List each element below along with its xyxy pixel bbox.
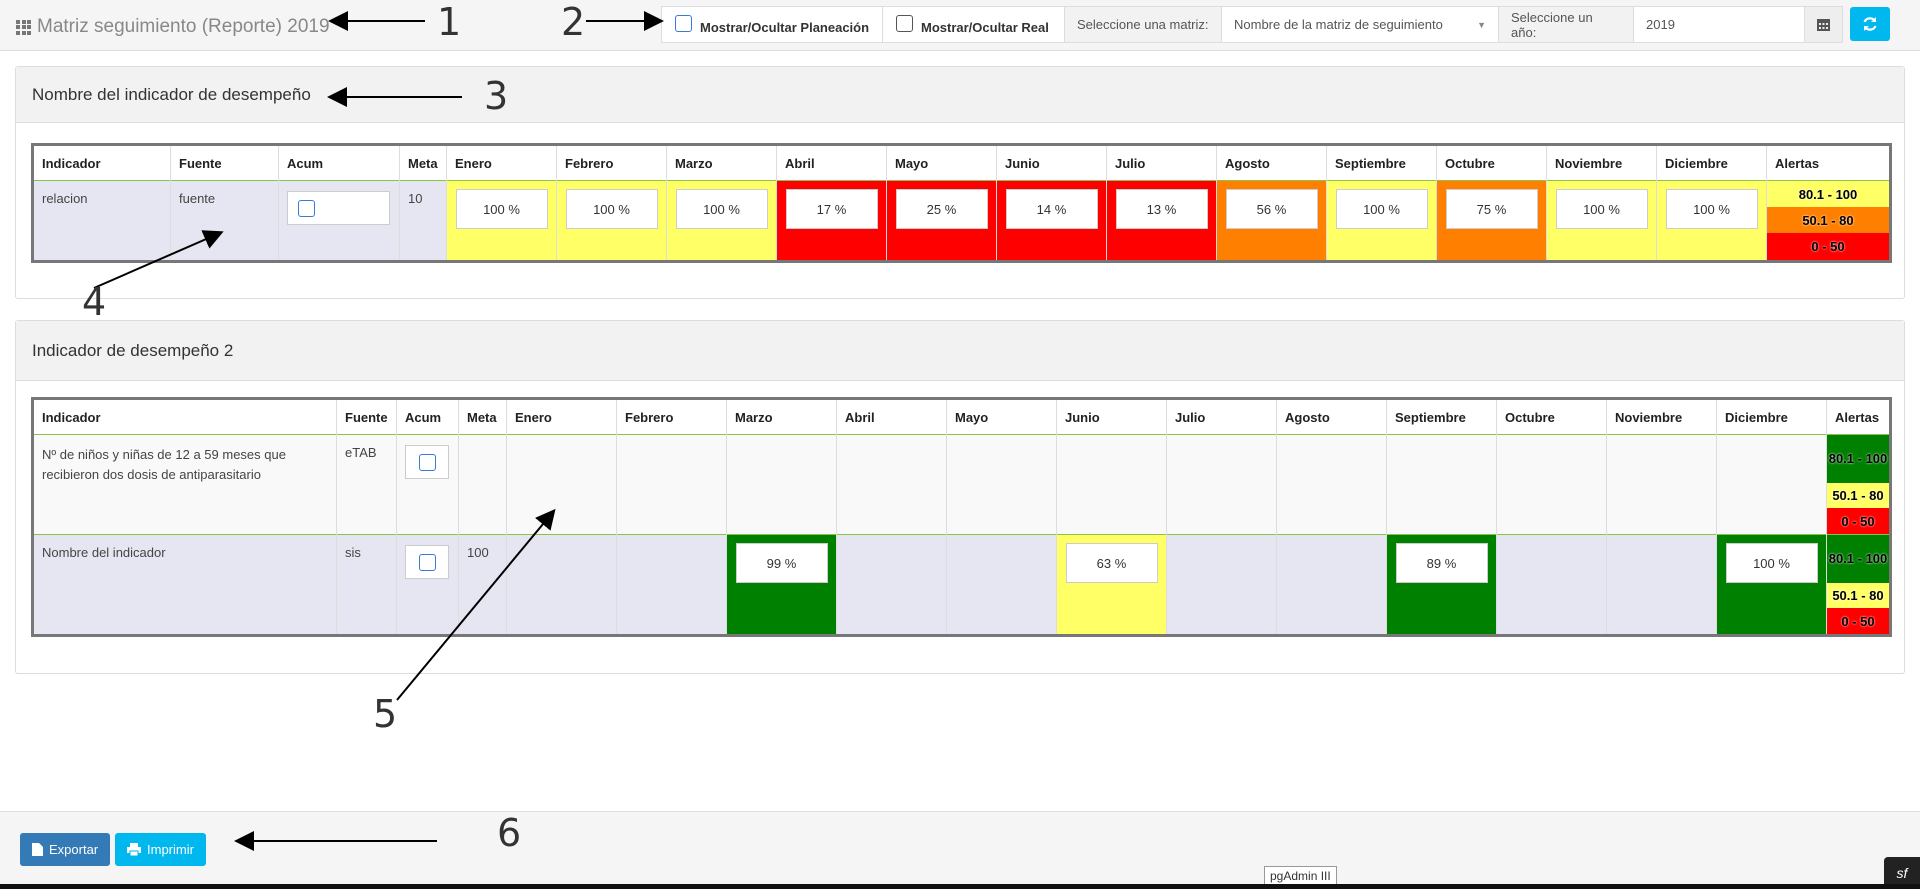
annotation-5: 5 bbox=[373, 692, 398, 736]
arrow-4 bbox=[93, 230, 224, 289]
arrow-5 bbox=[396, 508, 556, 701]
annotation-4: 4 bbox=[82, 280, 107, 324]
annotation-arrows bbox=[93, 11, 664, 851]
annotation-2: 2 bbox=[561, 0, 586, 44]
annotation-1: 1 bbox=[437, 0, 462, 44]
taskbar-tooltip: pgAdmin III bbox=[1264, 866, 1337, 886]
annotation-3: 3 bbox=[484, 74, 509, 118]
annotation-6: 6 bbox=[497, 811, 522, 855]
taskbar-edge bbox=[0, 884, 1920, 889]
